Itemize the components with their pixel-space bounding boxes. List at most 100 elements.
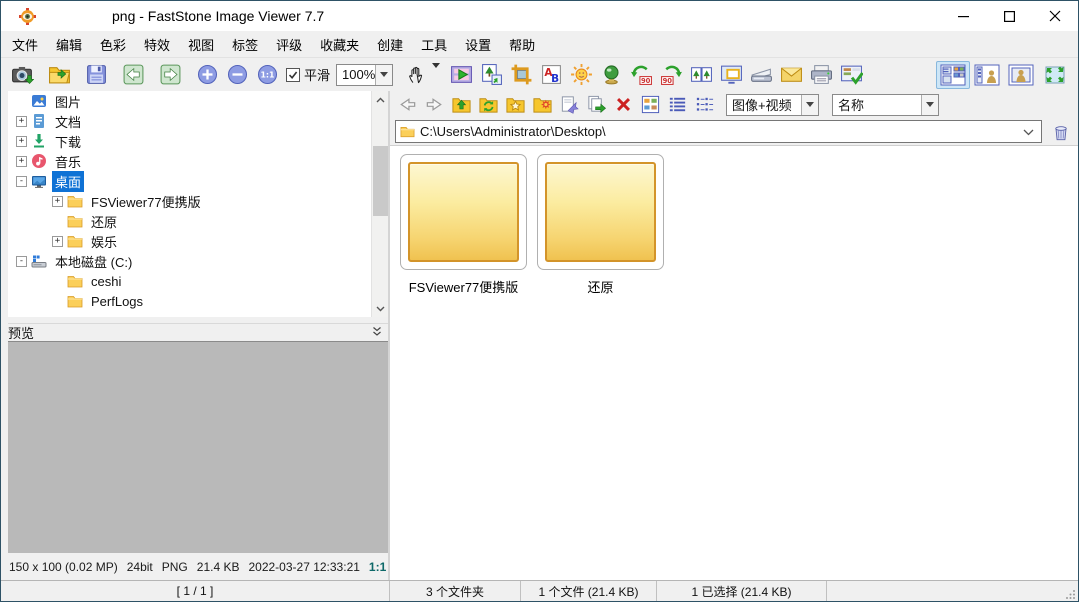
- collapse-preview-icon[interactable]: [372, 326, 382, 340]
- folder-thumbnail[interactable]: [400, 154, 527, 270]
- thumbnails-view-button[interactable]: [637, 93, 664, 117]
- menu-tag[interactable]: 标签: [223, 31, 267, 58]
- tree-item-huanyuan[interactable]: 还原: [8, 211, 388, 231]
- folder-thumbnail[interactable]: [537, 154, 664, 270]
- address-bar[interactable]: C:\Users\Administrator\Desktop\: [395, 120, 1042, 143]
- back-button[interactable]: [394, 93, 421, 117]
- print-button[interactable]: [806, 61, 836, 89]
- scroll-down-icon[interactable]: [372, 300, 388, 317]
- file-filter-select[interactable]: 图像+视频: [726, 94, 819, 116]
- tree-item-music[interactable]: + 音乐: [8, 151, 388, 171]
- settings-check-button[interactable]: [836, 61, 866, 89]
- zoom-level-select[interactable]: 100%: [336, 64, 393, 86]
- tree-item-documents[interactable]: + 文档: [8, 111, 388, 131]
- expander-plus-icon[interactable]: +: [52, 236, 63, 247]
- email-button[interactable]: [776, 61, 806, 89]
- resize-button[interactable]: [476, 61, 506, 89]
- menu-settings[interactable]: 设置: [456, 31, 500, 58]
- menu-tools[interactable]: 工具: [412, 31, 456, 58]
- zoom-in-button[interactable]: [192, 61, 222, 89]
- menu-effects[interactable]: 特效: [135, 31, 179, 58]
- tree-item-desktop[interactable]: - 桌面: [8, 171, 388, 191]
- desktop-icon: [31, 173, 47, 189]
- folder-item-fsviewer77[interactable]: FSViewer77便携版: [400, 154, 527, 296]
- tree-item-fsviewer77[interactable]: + FSViewer77便携版: [8, 191, 388, 211]
- adjust-colors-button[interactable]: [566, 61, 596, 89]
- tree-item-drive-c[interactable]: - 本地磁盘 (C:): [8, 251, 388, 271]
- hand-tool-button[interactable]: [401, 61, 431, 89]
- view-full-button[interactable]: [1004, 61, 1038, 89]
- forward-button[interactable]: [421, 93, 448, 117]
- expander-plus-icon[interactable]: +: [16, 156, 27, 167]
- screen-color-picker-button[interactable]: [596, 61, 626, 89]
- hand-tool-dropdown-arrow[interactable]: [432, 68, 440, 82]
- rotate-left-button[interactable]: 90: [626, 61, 656, 89]
- tree-item-downloads[interactable]: + 下载: [8, 131, 388, 151]
- expander-minus-icon[interactable]: -: [16, 176, 27, 187]
- image-view-icon: [1008, 64, 1034, 86]
- expander-plus-icon[interactable]: +: [16, 136, 27, 147]
- smooth-checkbox[interactable]: 平滑: [286, 65, 330, 84]
- actual-size-button[interactable]: 1:1: [252, 61, 282, 89]
- tree-item-yule[interactable]: + 娱乐: [8, 231, 388, 251]
- view-thumb-strip-button[interactable]: [970, 61, 1004, 89]
- filter-dropdown-arrow[interactable]: [801, 95, 818, 115]
- rotate-right-button[interactable]: 90: [656, 61, 686, 89]
- expander-minus-icon[interactable]: -: [16, 256, 27, 267]
- up-folder-button[interactable]: [448, 93, 475, 117]
- delete-button[interactable]: [610, 93, 637, 117]
- address-dropdown-icon[interactable]: [1023, 125, 1034, 139]
- menu-edit[interactable]: 编辑: [47, 31, 91, 58]
- compare-button[interactable]: [686, 61, 716, 89]
- tree-item-ceshi[interactable]: ceshi: [8, 271, 388, 291]
- menu-colors[interactable]: 色彩: [91, 31, 135, 58]
- close-button[interactable]: [1032, 1, 1078, 31]
- tree-item-pictures[interactable]: 图片: [8, 91, 388, 111]
- resize-grip-icon[interactable]: [1066, 589, 1076, 599]
- scroll-up-icon[interactable]: [372, 91, 388, 108]
- status-selected-count: 1 已选择 (21.4 KB): [657, 581, 827, 601]
- folder-up-icon: [451, 94, 472, 115]
- previous-image-button[interactable]: [118, 61, 148, 89]
- sort-dropdown-arrow[interactable]: [921, 95, 938, 115]
- zoom-dropdown-arrow[interactable]: [375, 65, 392, 85]
- menu-create[interactable]: 创建: [368, 31, 412, 58]
- menu-rating[interactable]: 评级: [267, 31, 311, 58]
- next-image-button[interactable]: [155, 61, 185, 89]
- slideshow-button[interactable]: [446, 61, 476, 89]
- annotate-button[interactable]: A B: [536, 61, 566, 89]
- expander-plus-icon[interactable]: +: [52, 196, 63, 207]
- sort-value: 名称: [833, 95, 921, 114]
- maximize-button[interactable]: [986, 1, 1032, 31]
- zoom-out-button[interactable]: [222, 61, 252, 89]
- tree-scrollbar[interactable]: [371, 91, 388, 317]
- rotate-left-90-icon: 90: [630, 63, 653, 86]
- new-folder-button[interactable]: [529, 93, 556, 117]
- move-to-button[interactable]: [556, 93, 583, 117]
- open-file-button[interactable]: [44, 61, 74, 89]
- recycle-bin-button[interactable]: [1048, 120, 1074, 144]
- crop-button[interactable]: [506, 61, 536, 89]
- menu-view[interactable]: 视图: [179, 31, 223, 58]
- details-view-button[interactable]: [664, 93, 691, 117]
- menu-file[interactable]: 文件: [3, 31, 47, 58]
- refresh-folder-button[interactable]: [475, 93, 502, 117]
- menu-favorites[interactable]: 收藏夹: [311, 31, 368, 58]
- expander-plus-icon[interactable]: +: [16, 116, 27, 127]
- copy-to-button[interactable]: [583, 93, 610, 117]
- photo-acquire-button[interactable]: [7, 61, 37, 89]
- favorites-button[interactable]: [502, 93, 529, 117]
- capture-button[interactable]: [716, 61, 746, 89]
- folder-item-huanyuan[interactable]: 还原: [537, 154, 664, 296]
- list-view-button[interactable]: [691, 93, 718, 117]
- view-browser-button[interactable]: [936, 61, 970, 89]
- scan-button[interactable]: [746, 61, 776, 89]
- folder-name: FSViewer77便携版: [400, 277, 527, 296]
- minimize-button[interactable]: [940, 1, 986, 31]
- sort-select[interactable]: 名称: [832, 94, 939, 116]
- view-fullscreen-button[interactable]: [1038, 61, 1072, 89]
- scrollbar-thumb[interactable]: [373, 146, 388, 216]
- save-button[interactable]: [81, 61, 111, 89]
- tree-item-perflogs[interactable]: PerfLogs: [8, 291, 388, 311]
- menu-help[interactable]: 帮助: [500, 31, 544, 58]
